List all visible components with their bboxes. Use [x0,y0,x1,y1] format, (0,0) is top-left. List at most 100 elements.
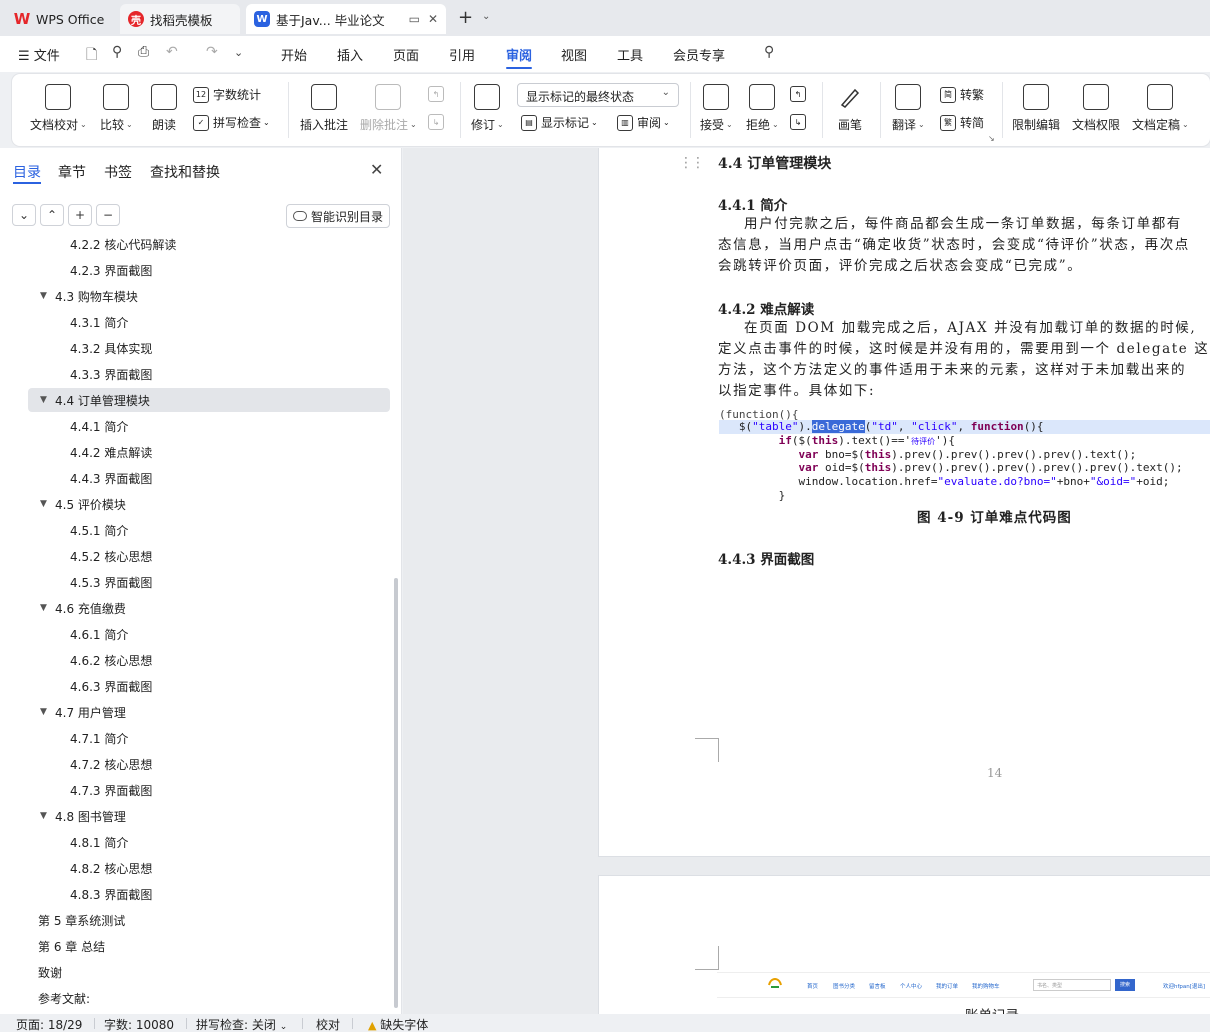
show-markup-button[interactable]: ▤ 显示标记 ⌄ [521,114,598,131]
reject-button[interactable]: 拒绝 ⌄ [746,84,779,133]
toc-item[interactable]: 4.2.2 核心代码解读 [0,234,390,256]
tab-find-replace[interactable]: 查找和替换 [150,162,220,182]
toc-item[interactable]: 4.6.2 核心思想 [0,648,390,672]
word-count-button[interactable]: 12 字数统计 [193,86,261,103]
markup-display-select[interactable]: 显示标记的最终状态 ⌄ [517,83,679,107]
collapse-all-button[interactable]: ⌃ [40,204,64,226]
to-simplified-button[interactable]: 繁转简 [940,114,984,131]
toc-item[interactable]: 4.3.2 具体实现 [0,336,390,360]
toc-expand-icon[interactable]: ▼ [40,395,47,405]
toc-expand-icon[interactable]: ▼ [40,707,47,717]
tab-window-icon[interactable]: ▭ [409,12,420,26]
menu-member[interactable]: 会员专享 [673,45,725,64]
page-indicator[interactable]: 页面: 18/29 [16,1016,82,1032]
revise-button[interactable]: 修订 ⌄ [471,84,504,133]
toc-item[interactable]: ▼ 4.7 用户管理 [0,700,390,724]
toc-expand-icon[interactable]: ▼ [40,499,47,509]
word-count-indicator[interactable]: 字数: 10080 [104,1016,174,1032]
close-icon[interactable]: ✕ [370,160,383,179]
toc-item[interactable]: 致谢 [0,960,390,984]
tab-template-store[interactable]: 壳 找稻壳模板 [120,4,240,34]
save-icon[interactable]: 🗋 [86,44,97,68]
toc-expand-icon[interactable]: ▼ [40,291,47,301]
delete-comment-button[interactable]: 删除批注 ⌄ [360,84,417,133]
toc-item[interactable]: 4.4.3 界面截图 [0,466,390,490]
toc-item[interactable]: 4.6.1 简介 [0,622,390,646]
redo-icon[interactable]: ↷ [206,44,218,60]
toc-item[interactable]: 4.6.3 界面截图 [0,674,390,698]
toc-item[interactable]: 4.7.2 核心思想 [0,752,390,776]
toc-item[interactable]: 第 5 章系统测试 [0,908,390,932]
prev-comment-button[interactable]: ↰ [428,86,448,102]
menu-view[interactable]: 视图 [561,45,587,64]
toc-item[interactable]: 4.5.1 简介 [0,518,390,542]
compare-button[interactable]: 比较 ⌄ [100,84,133,133]
menu-file[interactable]: ☰ 文件 [18,45,60,64]
restrict-edit-button[interactable]: 限制编辑 [1012,84,1060,133]
menu-home[interactable]: 开始 [281,45,307,64]
read-aloud-button[interactable]: 朗读 [151,84,177,133]
toc-item[interactable]: ▼ 4.8 图书管理 [0,804,390,828]
quick-access-chevron-icon[interactable]: ⌄ [234,46,243,59]
toc-item[interactable]: ▼ 4.4 订单管理模块 [28,388,390,412]
toc-item[interactable]: ▼ 4.5 评价模块 [0,492,390,516]
menu-references[interactable]: 引用 [449,45,475,64]
share-icon[interactable]: ⚲ [112,44,122,60]
toc-item[interactable]: 第 6 章 总结 [0,934,390,958]
toc-item[interactable]: 4.8.3 界面截图 [0,882,390,906]
next-comment-button[interactable]: ↳ [428,114,448,130]
menu-tools[interactable]: 工具 [617,45,643,64]
toc-item[interactable]: 4.2.3 界面截图 [0,258,390,282]
next-revision-button[interactable]: ↳ [790,114,810,130]
toc-item[interactable]: 4.7.3 界面截图 [0,778,390,802]
toc-expand-icon[interactable]: ▼ [40,603,47,613]
add-heading-button[interactable]: + [68,204,92,226]
new-tab-plus-icon[interactable]: + [458,9,473,27]
menu-insert[interactable]: 插入 [337,45,363,64]
toc-item[interactable]: 4.8.2 核心思想 [0,856,390,880]
accept-button[interactable]: 接受 ⌄ [700,84,733,133]
toc-item[interactable]: 4.4.1 简介 [0,414,390,438]
toc-item[interactable]: 4.5.2 核心思想 [0,544,390,568]
toc-item[interactable]: 4.3.3 界面截图 [0,362,390,386]
search-icon[interactable]: ⚲ [764,44,774,60]
spell-check-button[interactable]: ✓ 拼写检查 ⌄ [193,114,270,131]
tab-wps-office[interactable]: W WPS Office [6,4,114,34]
doc-permission-button[interactable]: 文档权限 [1072,84,1120,133]
drag-handle-icon[interactable]: ⋮⋮ [679,155,705,171]
toc-item[interactable]: ▼ 4.6 充值缴费 [0,596,390,620]
tab-chapters[interactable]: 章节 [58,162,86,182]
toc-item[interactable]: 4.3.1 简介 [0,310,390,334]
toc-item[interactable]: 4.4.2 难点解读 [0,440,390,464]
undo-icon[interactable]: ↶ [166,44,178,60]
tab-toc[interactable]: 目录 [13,162,41,182]
toc-item[interactable]: 参考文献: [0,986,390,1010]
doc-finalize-button[interactable]: 文档定稿 ⌄ [1132,84,1189,133]
missing-font-status[interactable]: ▲ 缺失字体 [368,1016,428,1032]
doc-check-button[interactable]: 文档校对 ⌄ [30,84,87,133]
insert-comment-button[interactable]: 插入批注 [300,84,348,133]
to-traditional-button[interactable]: 简转繁 [940,86,984,103]
prev-revision-button[interactable]: ↰ [790,86,810,102]
menu-page[interactable]: 页面 [393,45,419,64]
toc-item[interactable]: 4.8.1 简介 [0,830,390,854]
smart-toc-button[interactable]: 智能识别目录 [286,204,390,228]
proofread-status[interactable]: 校对 [316,1016,340,1032]
menu-review[interactable]: 审阅 [506,45,532,64]
group-expand-icon[interactable]: ↘ [988,134,995,143]
translate-button[interactable]: 翻译 ⌄ [892,84,925,133]
toc-expand-icon[interactable]: ▼ [40,811,47,821]
spell-check-status[interactable]: 拼写检查: 关闭 ⌄ [196,1016,287,1032]
toc-item[interactable]: ▼ 4.3 购物车模块 [0,284,390,308]
new-tab-chevron-down-icon[interactable]: ⌄ [482,11,490,22]
review-pane-button[interactable]: ▥ 审阅 ⌄ [617,114,670,131]
toc-item[interactable]: 4.5.3 界面截图 [0,570,390,594]
print-preview-icon[interactable]: ⎙ [138,44,149,60]
expand-all-button[interactable]: ⌄ [12,204,36,226]
tab-close-icon[interactable]: ✕ [428,12,438,26]
tab-document[interactable]: W 基于Jav... 毕业论文 ▭ ✕ [246,4,446,34]
toc-item[interactable]: 4.7.1 简介 [0,726,390,750]
nav-scrollbar[interactable] [394,578,398,1008]
pen-button[interactable]: 画笔 [837,84,863,133]
remove-heading-button[interactable]: − [96,204,120,226]
